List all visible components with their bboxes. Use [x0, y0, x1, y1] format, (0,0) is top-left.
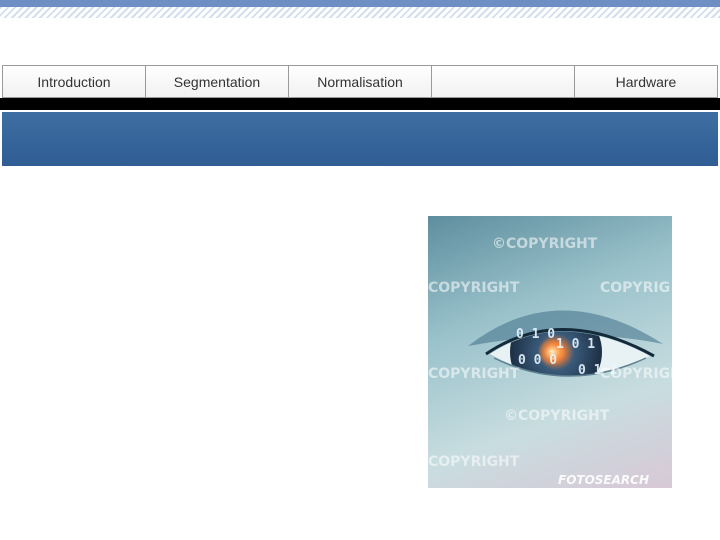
top-hatch-pattern [0, 7, 720, 18]
blue-title-banner [2, 112, 718, 166]
nav-tab-blank[interactable] [432, 66, 575, 97]
nav-tab-introduction[interactable]: Introduction [3, 66, 146, 97]
black-divider-bar [0, 98, 720, 110]
brand-watermark: FOTOSEARCH [558, 473, 649, 487]
nav-tab-segmentation[interactable]: Segmentation [146, 66, 289, 97]
nav-tab-normalisation[interactable]: Normalisation [289, 66, 432, 97]
eye-photo: 0 1 0 1 0 1 0 0 0 0 1 1 ©COPYRIGHT COPYR… [428, 216, 672, 488]
watermark-4: COPYRIGHT [428, 366, 520, 382]
eye-illustration: 0 1 0 1 0 1 0 0 0 0 1 1 ©COPYRIGHT COPYR… [428, 236, 672, 487]
watermark-1: ©COPYRIGHT [492, 236, 598, 252]
slide-page: Introduction Segmentation Normalisation … [0, 0, 720, 540]
watermark-5: COPYRIGHT [600, 366, 672, 382]
nav-bar: Introduction Segmentation Normalisation … [2, 65, 718, 98]
nav-tab-hardware[interactable]: Hardware [575, 66, 717, 97]
binary-row-1: 0 1 0 [516, 327, 555, 342]
binary-row-2: 1 0 1 [556, 337, 595, 352]
watermark-2: COPYRIGHT [428, 280, 520, 296]
binary-row-3: 0 0 0 [518, 353, 557, 368]
watermark-7: COPYRIGHT [428, 454, 520, 470]
top-decorative-stripe [0, 0, 720, 18]
watermark-6: ©COPYRIGHT [504, 408, 610, 424]
watermark-3: COPYRIG [600, 280, 670, 296]
top-blue-line [0, 0, 720, 7]
